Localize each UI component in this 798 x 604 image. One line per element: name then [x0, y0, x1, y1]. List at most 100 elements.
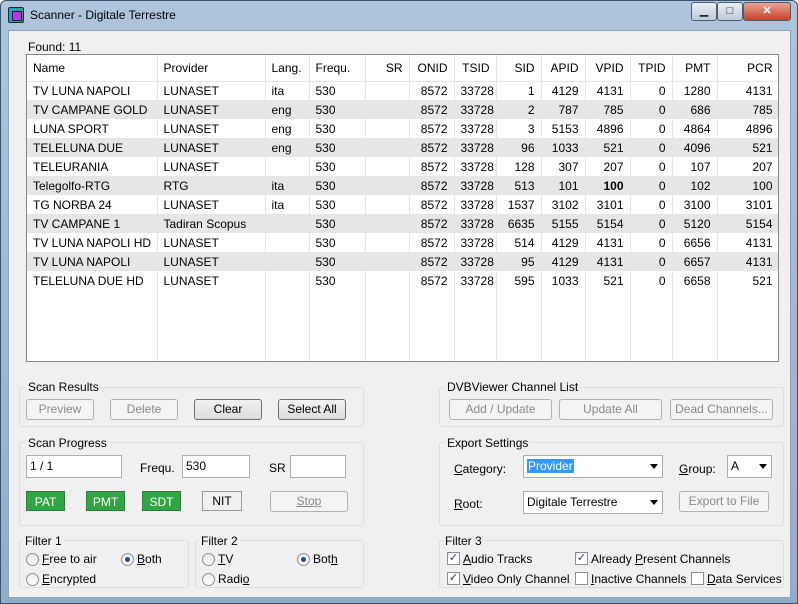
- export-to-file-button[interactable]: Export to File: [679, 491, 769, 512]
- table-cell: ita: [265, 195, 310, 214]
- table-cell: 33728: [454, 157, 497, 176]
- empty-cell: [541, 328, 586, 347]
- table-row[interactable]: TELELUNA DUE HD LUNASET 530 8572 33728 595 103…: [27, 271, 778, 290]
- maximize-button[interactable]: □: [717, 2, 743, 21]
- column-header[interactable]: APID: [541, 55, 586, 82]
- channel-table[interactable]: Name Provider Lang. Frequ. SR ONID TSID SID APID…: [26, 54, 779, 362]
- empty-cell: [309, 290, 366, 309]
- empty-cell: [27, 309, 158, 328]
- empty-cell: [541, 290, 586, 309]
- select-all-button[interactable]: Select All: [278, 399, 346, 420]
- delete-button[interactable]: Delete: [110, 399, 178, 420]
- empty-cell: [717, 309, 778, 328]
- table-row[interactable]: TELEURANIA LUNASET 530 8572 33728 128 307 207 0 1…: [27, 157, 778, 176]
- table-cell: 100: [717, 176, 778, 195]
- empty-cell: [265, 347, 310, 361]
- tv-radio[interactable]: [202, 553, 215, 566]
- preview-button[interactable]: Preview: [26, 399, 94, 420]
- empty-cell: [365, 347, 410, 361]
- inactive-checkbox[interactable]: [575, 572, 588, 585]
- table-cell: [365, 252, 410, 271]
- table-row[interactable]: TV LUNA NAPOLI HD LUNASET 530 8572 33728 514 4…: [27, 233, 778, 252]
- column-header[interactable]: PMT: [672, 55, 718, 82]
- column-header[interactable]: PCR: [717, 55, 778, 82]
- update-all-button[interactable]: Update All: [559, 399, 662, 420]
- data-services-checkbox[interactable]: [691, 572, 704, 585]
- table-cell: 530: [309, 157, 366, 176]
- encrypted-radio[interactable]: [26, 573, 39, 586]
- scan-results-title: Scan Results: [26, 380, 101, 394]
- table-row[interactable]: TV LUNA NAPOLI LUNASET 530 8572 33728 95 4129 4…: [27, 252, 778, 271]
- table-row[interactable]: TELELUNA DUE LUNASET eng 530 8572 33728 96 1033…: [27, 138, 778, 157]
- table-row[interactable]: LUNA SPORT LUNASET eng 530 8572 33728 3 5153 489…: [27, 119, 778, 138]
- client-area: Found: 11 Name Provider Lang. Frequ. SR ONID T…: [8, 30, 791, 598]
- close-button[interactable]: ✕: [743, 2, 791, 21]
- table-cell: [365, 138, 410, 157]
- root-select[interactable]: Digitale Terrestre: [523, 491, 663, 514]
- column-header[interactable]: ONID: [409, 55, 455, 82]
- dead-channels-button[interactable]: Dead Channels...: [670, 399, 773, 420]
- table-cell: 785: [717, 100, 778, 119]
- filter2-both-radio[interactable]: [297, 553, 310, 566]
- table-cell: [365, 81, 410, 100]
- column-header[interactable]: TSID: [454, 55, 497, 82]
- table-cell: 102: [672, 176, 718, 195]
- table-cell: 4131: [717, 81, 778, 100]
- column-header[interactable]: TPID: [630, 55, 673, 82]
- empty-cell: [496, 328, 542, 347]
- minimize-button[interactable]: ▁: [691, 2, 717, 21]
- category-select[interactable]: Provider: [523, 455, 663, 478]
- found-count: 11: [68, 40, 82, 54]
- filter1-both-radio[interactable]: [121, 553, 134, 566]
- group-select[interactable]: A: [727, 455, 772, 478]
- empty-cell: [541, 347, 586, 361]
- table-row[interactable]: Telegolfo-RTG RTG ita 530 8572 33728 513 101 100…: [27, 176, 778, 195]
- empty-row: [27, 347, 778, 361]
- column-header[interactable]: Lang.: [265, 55, 310, 82]
- table-cell: [365, 100, 410, 119]
- table-cell: 4131: [585, 252, 631, 271]
- table-cell: RTG: [157, 176, 266, 195]
- table-row[interactable]: TG NORBA 24 LUNASET ita 530 8572 33728 1537 310…: [27, 195, 778, 214]
- table-cell: 101: [541, 176, 586, 195]
- table-cell: LUNASET: [157, 195, 266, 214]
- sr-field[interactable]: [290, 455, 346, 478]
- radio-radio[interactable]: [202, 573, 215, 586]
- table-cell: LUNASET: [157, 252, 266, 271]
- audio-tracks-checkbox[interactable]: ✓: [447, 552, 460, 565]
- table-cell: LUNASET: [157, 138, 266, 157]
- column-header[interactable]: SR: [365, 55, 410, 82]
- already-present-checkbox[interactable]: ✓: [575, 552, 588, 565]
- column-header[interactable]: Provider: [157, 55, 266, 82]
- video-only-checkbox[interactable]: ✓: [447, 572, 460, 585]
- column-header[interactable]: SID: [496, 55, 542, 82]
- table-cell: 8572: [409, 214, 455, 233]
- table-cell: [365, 233, 410, 252]
- progress-field[interactable]: 1 / 1: [26, 455, 122, 478]
- column-header[interactable]: VPID: [585, 55, 631, 82]
- table-header: Name Provider Lang. Frequ. SR ONID TSID SID APID…: [27, 55, 778, 82]
- frequ-field[interactable]: 530: [182, 455, 250, 478]
- clear-button[interactable]: Clear: [194, 399, 262, 420]
- column-header[interactable]: Name: [27, 55, 158, 82]
- empty-row: [27, 309, 778, 328]
- table-row[interactable]: TV LUNA NAPOLI LUNASET ita 530 8572 33728 1 412…: [27, 81, 778, 100]
- table-row[interactable]: TV CAMPANE 1 Tadiran Scopus 530 8572 33728 66…: [27, 214, 778, 233]
- scan-progress-title: Scan Progress: [26, 436, 109, 450]
- empty-cell: [27, 347, 158, 361]
- table-row[interactable]: TV CAMPANE GOLD LUNASET eng 530 8572 33728 2 78…: [27, 100, 778, 119]
- column-header[interactable]: Frequ.: [309, 55, 366, 82]
- table-cell: 0: [630, 138, 673, 157]
- add-update-button[interactable]: Add / Update: [449, 399, 552, 420]
- free-to-air-radio[interactable]: [26, 553, 39, 566]
- title-bar[interactable]: Scanner - Digitale Terrestre ▁ □ ✕: [1, 1, 797, 29]
- table-cell: 207: [717, 157, 778, 176]
- table-cell: 4131: [717, 233, 778, 252]
- stop-button[interactable]: Stop: [270, 491, 348, 512]
- table-cell: LUNASET: [157, 271, 266, 290]
- empty-row: [27, 290, 778, 309]
- audio-tracks-label: Audio Tracks: [463, 552, 533, 566]
- encrypted-label: Encrypted: [42, 572, 97, 586]
- table-cell: ita: [265, 81, 310, 100]
- empty-cell: [630, 328, 673, 347]
